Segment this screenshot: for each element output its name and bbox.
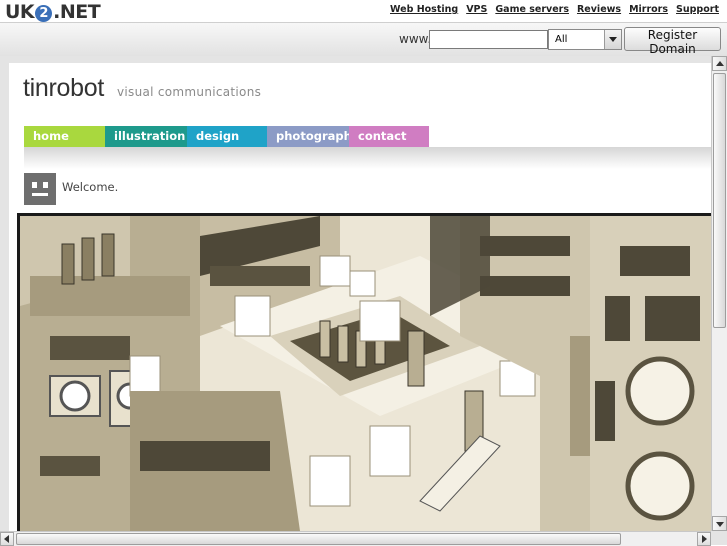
link-reviews[interactable]: Reviews (577, 4, 621, 15)
chevron-down-icon[interactable] (604, 30, 621, 49)
domain-input[interactable] (429, 30, 548, 49)
site-nav: home illustration design photography con… (24, 126, 429, 147)
isometric-robot-city-illustration (17, 213, 711, 531)
nav-contact[interactable]: contact (349, 126, 429, 147)
link-web-hosting[interactable]: Web Hosting (390, 4, 458, 15)
scroll-down-button[interactable] (712, 516, 727, 531)
robot-mouth (32, 193, 48, 196)
horizontal-scrollbar[interactable] (0, 531, 711, 546)
site-tagline: visual communications (117, 85, 262, 99)
www-prefix-label: www. (399, 32, 432, 46)
link-vps[interactable]: VPS (466, 4, 487, 15)
scrollbar-corner (711, 531, 727, 545)
link-mirrors[interactable]: Mirrors (629, 4, 668, 15)
vertical-scroll-thumb[interactable] (713, 73, 726, 328)
site-brand[interactable]: tinrobot (23, 74, 104, 103)
vertical-scrollbar[interactable] (711, 56, 727, 531)
logo-text-left: UK (5, 1, 35, 23)
nav-shadow (24, 147, 711, 169)
welcome-text: Welcome. (62, 180, 119, 194)
artwork-svg (20, 216, 711, 531)
robot-eye-left (32, 182, 37, 188)
robot-face-icon (24, 173, 56, 205)
robot-eye-right (43, 182, 48, 188)
nav-illustration[interactable]: illustration (105, 126, 187, 147)
register-domain-button[interactable]: Register Domain (624, 27, 721, 56)
link-support[interactable]: Support (676, 4, 719, 15)
site-content: tinrobot visual communications home illu… (9, 63, 711, 531)
scroll-right-button[interactable] (697, 532, 711, 546)
nav-photography[interactable]: photography (267, 126, 359, 147)
scroll-up-button[interactable] (712, 56, 727, 71)
link-game-servers[interactable]: Game servers (495, 4, 569, 15)
nav-home[interactable]: home (24, 126, 105, 147)
scroll-left-button[interactable] (0, 532, 14, 546)
host-bar: UK 2 .NET Web Hosting VPS Game servers Review… (0, 0, 727, 23)
nav-design[interactable]: design (187, 126, 267, 147)
site-frame: tinrobot visual communications home illu… (0, 56, 727, 546)
horizontal-scroll-thumb[interactable] (16, 533, 621, 545)
tld-select[interactable]: All (548, 29, 622, 50)
domain-search-bar: www. All Register Domain (0, 22, 727, 57)
host-links: Web Hosting VPS Game servers Reviews Mirrors… (382, 4, 719, 15)
tld-selected-value: All (555, 34, 568, 45)
uk2-logo[interactable]: UK 2 .NET (5, 1, 101, 23)
logo-digit-badge: 2 (35, 5, 53, 22)
logo-text-right: .NET (53, 1, 101, 23)
